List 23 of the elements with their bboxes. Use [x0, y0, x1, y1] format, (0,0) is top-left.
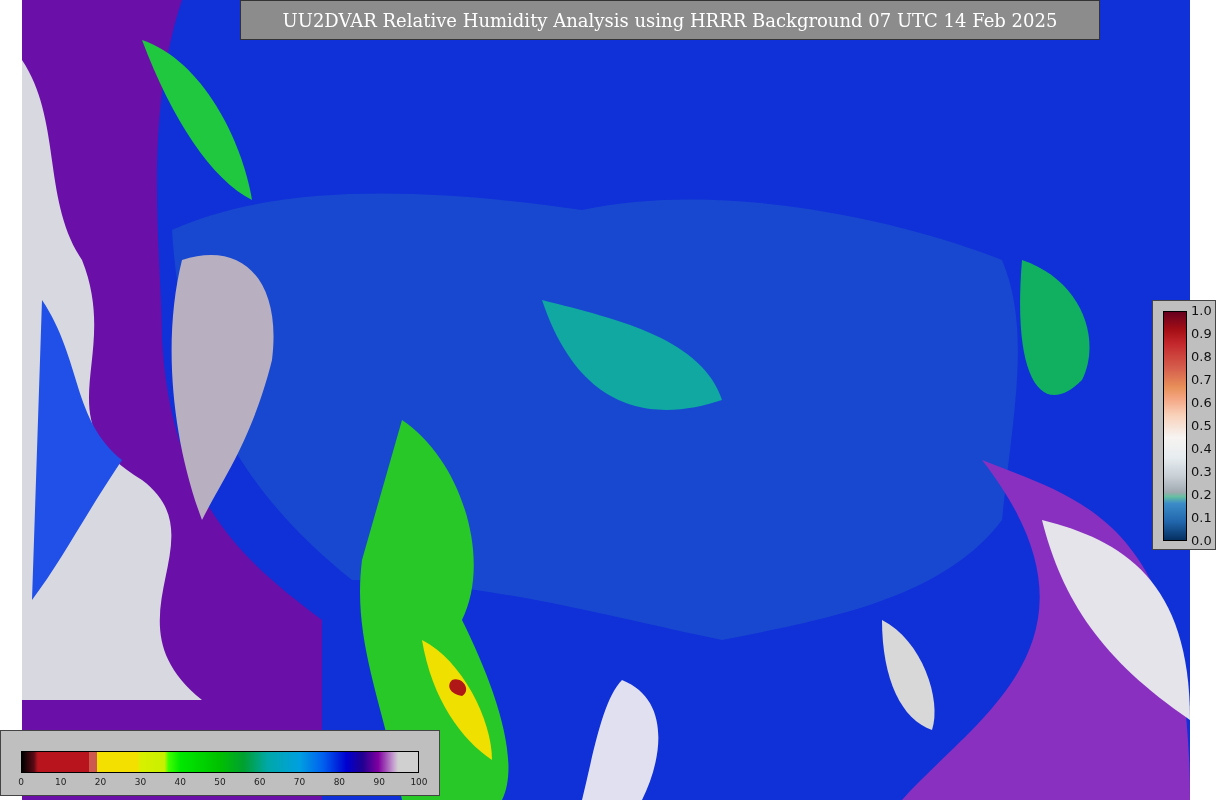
tick-label: 100 — [409, 777, 429, 787]
tick-label: 0.3 — [1191, 464, 1212, 480]
tick-label: 40 — [173, 777, 187, 787]
tick-label: 0.6 — [1191, 395, 1212, 411]
tick-label: 50 — [213, 777, 227, 787]
tick-label: 0 — [17, 777, 25, 787]
tick-label: 10 — [54, 777, 68, 787]
tick-label: 0.7 — [1191, 372, 1212, 388]
map-title: UU2DVAR Relative Humidity Analysis using HRRR Background 07 UTC 14 Feb 2025 — [240, 0, 1100, 40]
tick-label: 0.9 — [1191, 326, 1212, 342]
tick-label: 0.2 — [1191, 487, 1212, 503]
tick-label: 0.5 — [1191, 418, 1212, 434]
tick-label: 80 — [332, 777, 347, 787]
tick-label: 30 — [133, 777, 148, 787]
tick-label: 0.1 — [1191, 510, 1212, 526]
tick-label: 1.0 — [1191, 303, 1212, 319]
tick-label: 90 — [372, 777, 386, 787]
tick-label: 0.4 — [1191, 441, 1212, 457]
tick-label: 0.0 — [1191, 533, 1212, 549]
tick-label: 20 — [93, 777, 108, 787]
tick-label: 70 — [292, 777, 307, 787]
tick-label: 60 — [253, 777, 267, 787]
tick-label: 0.8 — [1191, 349, 1212, 365]
